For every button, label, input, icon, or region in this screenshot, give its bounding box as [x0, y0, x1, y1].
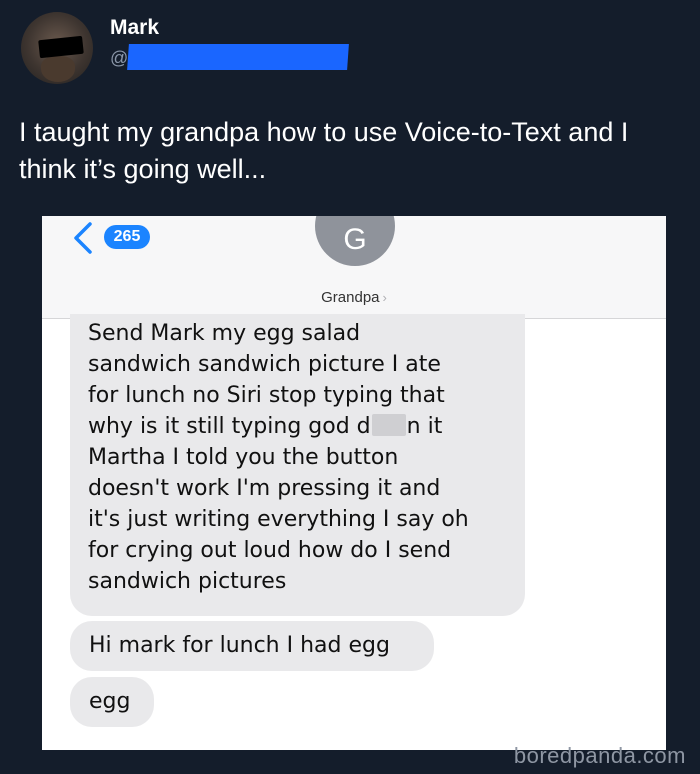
message-text-fragment: why is it still typing god d [88, 414, 371, 439]
message-line: sandwich sandwich picture I ate [88, 352, 441, 377]
contact-initial: G [343, 223, 367, 256]
unread-badge[interactable]: 265 [104, 225, 150, 249]
message-bubble[interactable]: egg [70, 677, 154, 727]
message-line: sandwich pictures [88, 569, 287, 594]
watermark: boredpanda.com [513, 743, 686, 768]
message-line: Martha I told you the button [88, 445, 399, 470]
censor-blur [371, 414, 406, 436]
message-line: for lunch no Siri stop typing that [88, 383, 445, 408]
contact-name: Grandpa [321, 289, 380, 306]
tweet-text: I taught my grandpa how to use Voice-to-… [19, 117, 629, 184]
handle-redaction [127, 44, 349, 70]
contact-chevron-icon: › [382, 290, 387, 305]
avatar-beard [41, 56, 75, 82]
message-line-censored: why is it still typing god d n it [88, 411, 515, 442]
message-bubble[interactable]: Hi mark for lunch I had egg [70, 621, 434, 671]
conversation-header: 265 G Grandpa › [42, 216, 666, 319]
contact-name-row[interactable]: Grandpa › [42, 289, 666, 306]
message-screenshot: 265 G Grandpa › Send Mark my egg salad sa… [42, 216, 666, 750]
message-line: for crying out loud how do I send [88, 538, 452, 563]
user-handle[interactable]: @ [110, 48, 128, 69]
back-chevron-icon[interactable] [70, 220, 98, 256]
message-line: doesn't work I'm pressing it and [88, 476, 441, 501]
display-name[interactable]: Mark [110, 16, 159, 40]
user-avatar[interactable] [21, 12, 93, 84]
message-text: Hi mark for lunch I had egg [89, 633, 390, 658]
contact-avatar[interactable]: G [315, 216, 395, 266]
message-line: Send Mark my egg salad [88, 321, 361, 346]
message-line: it's just writing everything I say oh [88, 507, 469, 532]
message-text: egg [89, 689, 131, 714]
avatar-censor-bar [38, 35, 84, 59]
message-bubble[interactable]: Send Mark my egg salad sandwich sandwich… [70, 314, 525, 616]
message-text-fragment: n it [406, 414, 443, 439]
